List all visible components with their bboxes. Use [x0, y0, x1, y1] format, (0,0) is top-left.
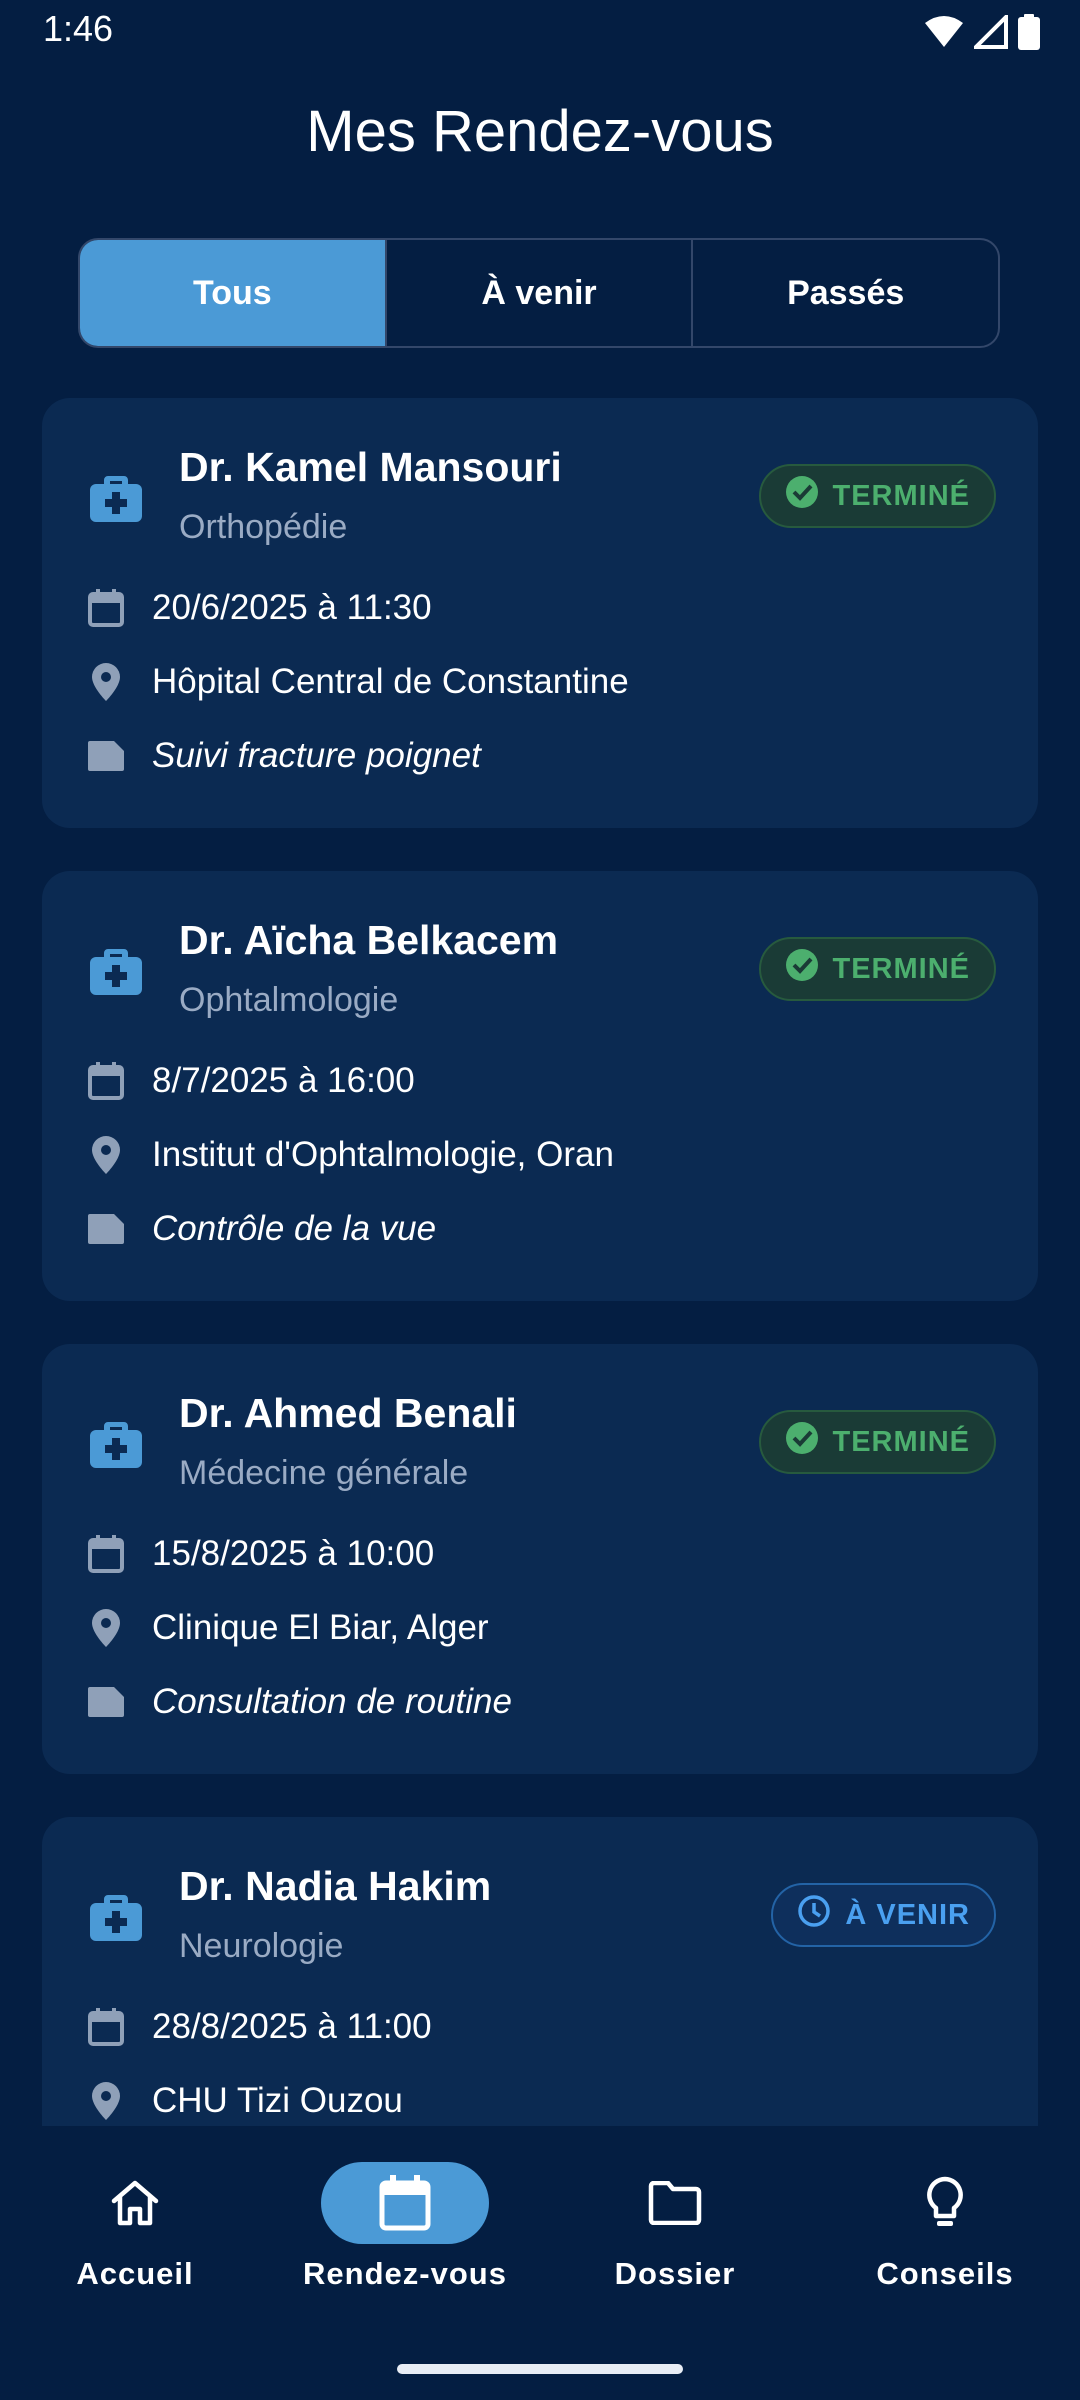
medical-bag-icon: [88, 941, 144, 997]
nav-label: Dossier: [614, 2256, 736, 2291]
nav-label: Conseils: [876, 2256, 1014, 2291]
appointment-datetime: 15/8/2025 à 10:00: [152, 1534, 435, 1573]
specialty: Médecine générale: [179, 1454, 469, 1492]
nav-item-rendez-vous[interactable]: Rendez-vous: [270, 2162, 540, 2292]
bottom-navigation: Accueil Rendez-vous Dossier Conseils: [0, 2126, 1080, 2400]
nav-item-conseils[interactable]: Conseils: [810, 2162, 1080, 2292]
appointment-list[interactable]: Dr. Kamel Mansouri Orthopédie TERMINÉ 20…: [42, 398, 1038, 2126]
filter-tabs: Tous À venir Passés: [78, 238, 1000, 348]
appointment-datetime: 28/8/2025 à 11:00: [152, 2007, 432, 2046]
appointment-place: Clinique El Biar, Alger: [152, 1608, 489, 1647]
status-badge: TERMINÉ: [758, 937, 996, 1001]
appointment-date-row: 15/8/2025 à 10:00: [86, 1534, 434, 1574]
appointment-card[interactable]: Dr. Nadia Hakim Neurologie À VENIR 28/8/…: [42, 1817, 1038, 2126]
location-pin-icon: [86, 1135, 126, 1175]
clock-icon: [797, 1894, 831, 1936]
location-pin-icon: [86, 662, 126, 702]
doctor-name: Dr. Ahmed Benali: [179, 1390, 517, 1436]
appointment-date-row: 20/6/2025 à 11:30: [86, 588, 432, 628]
calendar-icon: [321, 2162, 489, 2244]
medical-bag-icon: [88, 468, 144, 524]
appointment-place-row: Hôpital Central de Constantine: [86, 662, 629, 702]
calendar-icon: [86, 588, 126, 628]
status-badge: À VENIR: [771, 1883, 996, 1947]
appointment-date-row: 28/8/2025 à 11:00: [86, 2007, 432, 2047]
status-text: TERMINÉ: [832, 1425, 970, 1458]
location-pin-icon: [86, 1608, 126, 1648]
nav-item-accueil[interactable]: Accueil: [0, 2162, 270, 2292]
appointment-date-row: 8/7/2025 à 16:00: [86, 1061, 415, 1101]
note-icon: [86, 1682, 126, 1722]
appointment-place: Institut d'Ophtalmologie, Oran: [152, 1135, 614, 1174]
appointment-place: Hôpital Central de Constantine: [152, 662, 629, 701]
home-indicator[interactable]: [397, 2364, 683, 2374]
specialty: Neurologie: [179, 1927, 344, 1965]
tab-passes[interactable]: Passés: [691, 240, 998, 346]
home-icon: [51, 2162, 219, 2244]
appointment-place: CHU Tizi Ouzou: [152, 2081, 403, 2120]
appointment-card[interactable]: Dr. Aïcha Belkacem Ophtalmologie TERMINÉ…: [42, 871, 1038, 1301]
status-text: TERMINÉ: [832, 479, 970, 512]
appointment-place-row: Clinique El Biar, Alger: [86, 1608, 489, 1648]
calendar-icon: [86, 2007, 126, 2047]
battery-icon: [1018, 14, 1040, 55]
check-circle-icon: [785, 475, 819, 517]
status-bar: 1:46: [0, 0, 1080, 64]
status-text: À VENIR: [845, 1898, 970, 1931]
appointment-note-row: Consultation de routine: [86, 1682, 512, 1722]
calendar-icon: [86, 1061, 126, 1101]
appointment-place-row: Institut d'Ophtalmologie, Oran: [86, 1135, 614, 1175]
note-icon: [86, 736, 126, 776]
doctor-name: Dr. Nadia Hakim: [179, 1863, 492, 1909]
nav-label: Accueil: [76, 2256, 194, 2291]
wifi-icon: [924, 15, 964, 54]
status-badge: TERMINÉ: [758, 1410, 996, 1474]
screen: 1:46 Mes Rendez-vous Tous À venir Passés…: [0, 0, 1080, 2400]
medical-bag-icon: [88, 1887, 144, 1943]
signal-icon: [971, 12, 1008, 54]
lightbulb-icon: [861, 2162, 1029, 2244]
status-badge: TERMINÉ: [758, 464, 996, 528]
appointment-note: Suivi fracture poignet: [152, 736, 481, 775]
appointment-note: Consultation de routine: [152, 1682, 512, 1721]
status-text: TERMINÉ: [832, 952, 970, 985]
nav-item-dossier[interactable]: Dossier: [540, 2162, 810, 2292]
status-time: 1:46: [43, 8, 114, 49]
appointment-datetime: 20/6/2025 à 11:30: [152, 588, 432, 627]
doctor-name: Dr. Aïcha Belkacem: [179, 917, 559, 963]
check-circle-icon: [785, 948, 819, 990]
medical-bag-icon: [88, 1414, 144, 1470]
doctor-name: Dr. Kamel Mansouri: [179, 444, 562, 490]
specialty: Orthopédie: [179, 508, 348, 546]
page-title: Mes Rendez-vous: [306, 99, 774, 164]
note-icon: [86, 1209, 126, 1249]
folder-icon: [591, 2162, 759, 2244]
appointment-note-row: Contrôle de la vue: [86, 1209, 436, 1249]
appointment-note-row: Suivi fracture poignet: [86, 736, 481, 776]
appointment-place-row: CHU Tizi Ouzou: [86, 2081, 403, 2121]
appointment-card[interactable]: Dr. Kamel Mansouri Orthopédie TERMINÉ 20…: [42, 398, 1038, 828]
appointment-card[interactable]: Dr. Ahmed Benali Médecine générale TERMI…: [42, 1344, 1038, 1774]
tab-tous[interactable]: Tous: [80, 240, 385, 346]
status-icons: [924, 12, 1040, 55]
appointment-datetime: 8/7/2025 à 16:00: [152, 1061, 415, 1100]
appointment-note: Contrôle de la vue: [152, 1209, 437, 1248]
nav-label: Rendez-vous: [303, 2256, 507, 2291]
specialty: Ophtalmologie: [179, 981, 399, 1019]
tab-a-venir[interactable]: À venir: [384, 240, 692, 346]
calendar-icon: [86, 1534, 126, 1574]
location-pin-icon: [86, 2081, 126, 2121]
check-circle-icon: [785, 1421, 819, 1463]
